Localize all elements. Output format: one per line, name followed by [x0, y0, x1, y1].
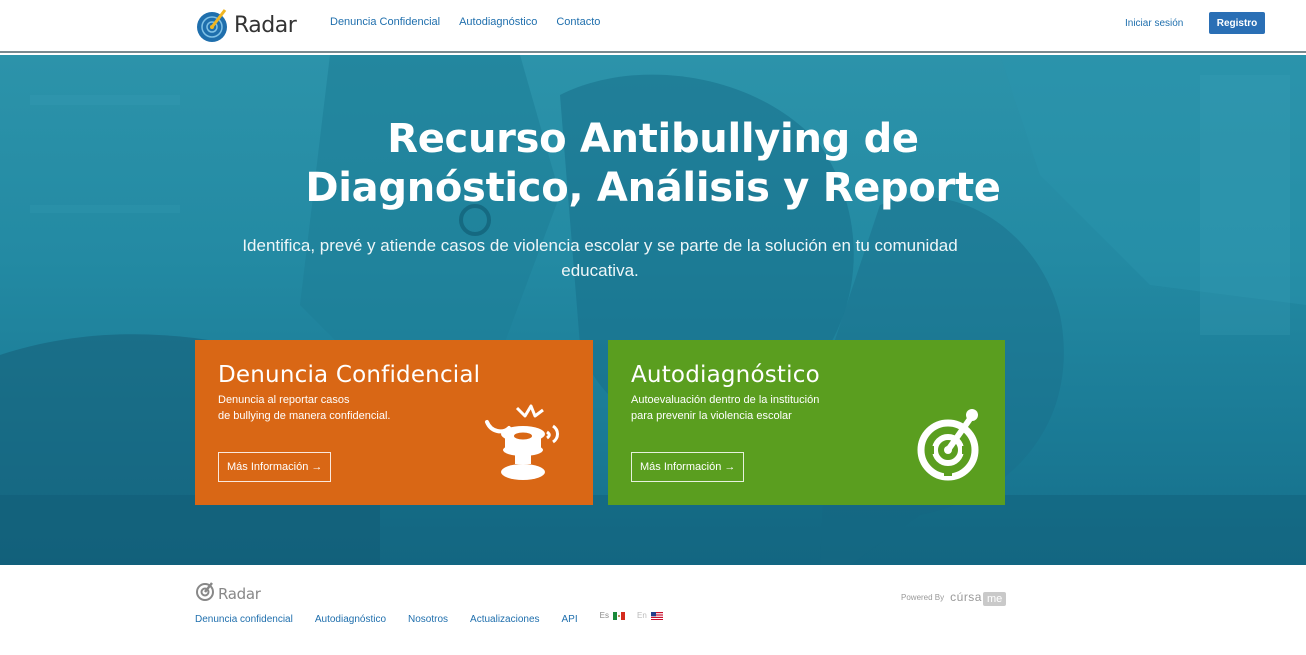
nav-autodiagnostico[interactable]: Autodiagnóstico: [459, 16, 537, 28]
footer-link-denuncia[interactable]: Denuncia confidencial: [195, 614, 293, 625]
footer-link-autodiagnostico[interactable]: Autodiagnóstico: [315, 614, 386, 625]
lang-en-label: En: [636, 611, 647, 620]
card-desc-line: de bullying de manera confidencial.: [218, 410, 391, 422]
card-autodiagnostico[interactable]: Autodiagnóstico Autoevaluación dentro de…: [608, 340, 1005, 505]
nav-denuncia-confidencial[interactable]: Denuncia Confidencial: [330, 16, 440, 28]
lang-es-label: Es: [599, 611, 609, 620]
hero-subtitle: Identifica, prevé y atiende casos de vio…: [242, 236, 958, 280]
footer-logo-text: Radar: [218, 584, 261, 603]
footer-radar-logo-icon: [195, 581, 215, 606]
card-desc-line: para prevenir la violencia escolar: [631, 410, 792, 422]
usa-flag-icon: [650, 611, 663, 620]
lang-es-toggle[interactable]: Es: [600, 611, 625, 620]
card-title: Denuncia Confidencial: [218, 362, 481, 388]
footer-link-actualizaciones[interactable]: Actualizaciones: [470, 614, 539, 625]
hero-section: Recurso Antibullying de Diagnóstico, Aná…: [0, 55, 1306, 565]
card-denuncia-confidencial[interactable]: Denuncia Confidencial Denuncia al report…: [195, 340, 593, 505]
mas-informacion-button[interactable]: Más Información →: [631, 452, 745, 482]
lang-en-toggle[interactable]: En: [637, 611, 663, 620]
register-button[interactable]: Registro: [1209, 12, 1265, 34]
hero-title-line2: Diagnóstico, Análisis y Reporte: [305, 165, 1001, 211]
radar-logo-icon: [195, 8, 229, 42]
target-icon: [914, 406, 984, 487]
nav-contacto[interactable]: Contacto: [556, 16, 600, 28]
mexico-flag-icon: [612, 611, 625, 620]
card-title: Autodiagnóstico: [631, 362, 820, 388]
login-link[interactable]: Iniciar sesión: [1125, 18, 1183, 29]
card-desc-line: Autoevaluación dentro de la institución: [631, 394, 820, 406]
footer: Radar Denuncia confidencial Autodiagnóst…: [0, 565, 1306, 655]
main-nav: Denuncia Confidencial Autodiagnóstico Co…: [330, 16, 619, 28]
footer-link-nosotros[interactable]: Nosotros: [408, 614, 448, 625]
hero-title: Recurso Antibullying de Diagnóstico, Aná…: [0, 115, 1306, 213]
footer-link-api[interactable]: API: [562, 614, 578, 625]
logo-text: Radar: [234, 12, 297, 38]
radar-logo[interactable]: Radar: [195, 5, 297, 45]
megaphone-icon: [483, 402, 567, 487]
top-navbar: Radar Denuncia Confidencial Autodiagnóst…: [0, 0, 1306, 53]
card-description: Denuncia al reportar casos de bullying d…: [218, 392, 458, 424]
powered-by-label: Powered By: [901, 592, 945, 602]
powered-by[interactable]: Powered By cúrsa me: [901, 590, 1007, 606]
card-desc-line: Denuncia al reportar casos: [218, 394, 350, 406]
footer-links: Denuncia confidencial Autodiagnóstico No…: [195, 611, 675, 625]
hero-title-line1: Recurso Antibullying de: [387, 116, 919, 162]
footer-radar-logo[interactable]: Radar: [195, 581, 261, 606]
cursame-brand: cúrsa: [950, 590, 982, 604]
mas-informacion-button[interactable]: Más Información →: [218, 452, 332, 482]
cursame-me-badge: me: [982, 592, 1007, 606]
card-description: Autoevaluación dentro de la institución …: [631, 392, 871, 424]
